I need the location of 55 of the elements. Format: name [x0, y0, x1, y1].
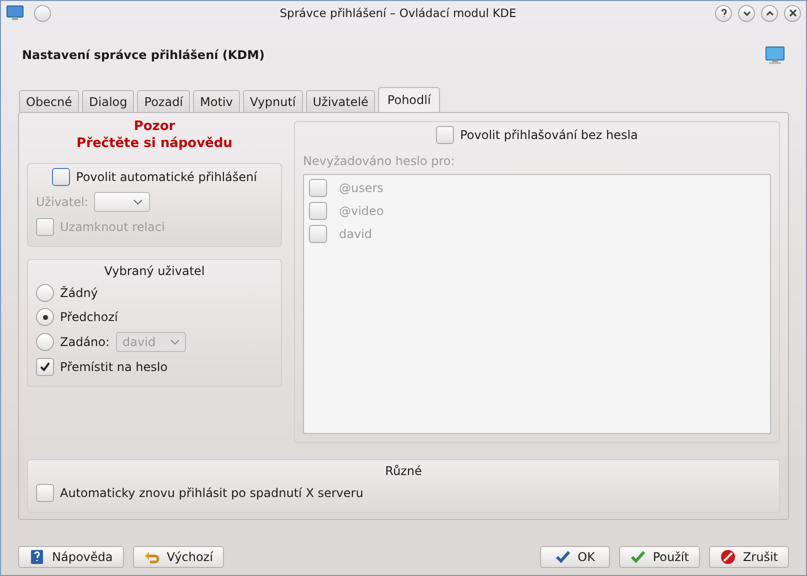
checkbox-label: Povolit přihlašování bez hesla: [460, 128, 638, 142]
tab[interactable]: Vypnutí: [242, 90, 303, 112]
tab[interactable]: Uživatelé: [306, 90, 376, 112]
module-title: Nastavení správce přihlášení (KDM): [22, 48, 265, 62]
window-title: Správce přihlášení – Ovládací modul KDE: [278, 6, 518, 20]
list-label: Nevyžadováno heslo pro:: [303, 154, 456, 168]
dropdown-value: david: [122, 335, 156, 349]
monitor-icon[interactable]: [6, 5, 24, 21]
dialog-button[interactable]: Výchozí: [132, 546, 224, 568]
stop-icon: [720, 549, 736, 565]
close-icon: [788, 8, 798, 18]
radio-button[interactable]: [36, 333, 54, 351]
help-button[interactable]: [715, 4, 732, 22]
radio-button[interactable]: [36, 284, 54, 302]
checkbox-label: @users: [339, 181, 384, 195]
close-button[interactable]: [784, 4, 801, 22]
checkbox[interactable]: [36, 358, 54, 376]
checkmark-icon: [554, 550, 571, 564]
tab[interactable]: Motiv: [193, 90, 240, 112]
monitor-icon: [765, 45, 785, 65]
pin-button[interactable]: [34, 4, 51, 22]
checkbox[interactable]: [36, 484, 54, 502]
user-dropdown[interactable]: [94, 192, 150, 212]
maximize-button[interactable]: [761, 4, 778, 22]
radio-label: Předchozí: [60, 310, 118, 324]
help-book-icon: [29, 549, 45, 565]
tab[interactable]: Pohodlí: [378, 87, 440, 112]
check-icon: [38, 360, 52, 374]
tab[interactable]: Obecné: [19, 90, 80, 112]
warning-text: Přečtěte si nápovědu: [76, 136, 232, 151]
dialog-button[interactable]: Nápověda: [18, 546, 124, 568]
minimize-button[interactable]: [738, 4, 755, 22]
dialog-button[interactable]: OK: [540, 546, 610, 568]
chevron-up-icon: [764, 8, 774, 18]
checkbox-label: @video: [339, 204, 384, 218]
checkbox-label: david: [339, 227, 372, 241]
user-label: Uživatel:: [36, 195, 88, 209]
checkbox-label: Povolit automatické přihlášení: [76, 170, 257, 184]
checkbox-label: Automaticky znovu přihlásit po spadnutí X serveru: [60, 486, 364, 500]
checkbox-label: Uzamknout relaci: [60, 220, 165, 234]
checkbox-label: Přemístit na heslo: [60, 360, 168, 374]
warning-text: Pozor: [134, 119, 176, 134]
radio-label: Žádný: [60, 286, 98, 300]
tab[interactable]: Pozadí: [137, 90, 190, 112]
checkbox[interactable]: [52, 168, 70, 186]
checkbox[interactable]: [436, 126, 454, 144]
radio-button[interactable]: [36, 308, 54, 326]
checkmark-icon: [630, 550, 646, 564]
tab[interactable]: Dialog: [82, 90, 134, 112]
dialog-button[interactable]: Zrušit: [708, 546, 789, 568]
group-title: Různé: [385, 464, 422, 478]
dialog-button[interactable]: Použít: [618, 546, 700, 568]
group-title: Vybraný uživatel: [104, 264, 205, 278]
radio-label: Zadáno:: [60, 335, 110, 349]
question-mark-icon: [718, 8, 728, 18]
